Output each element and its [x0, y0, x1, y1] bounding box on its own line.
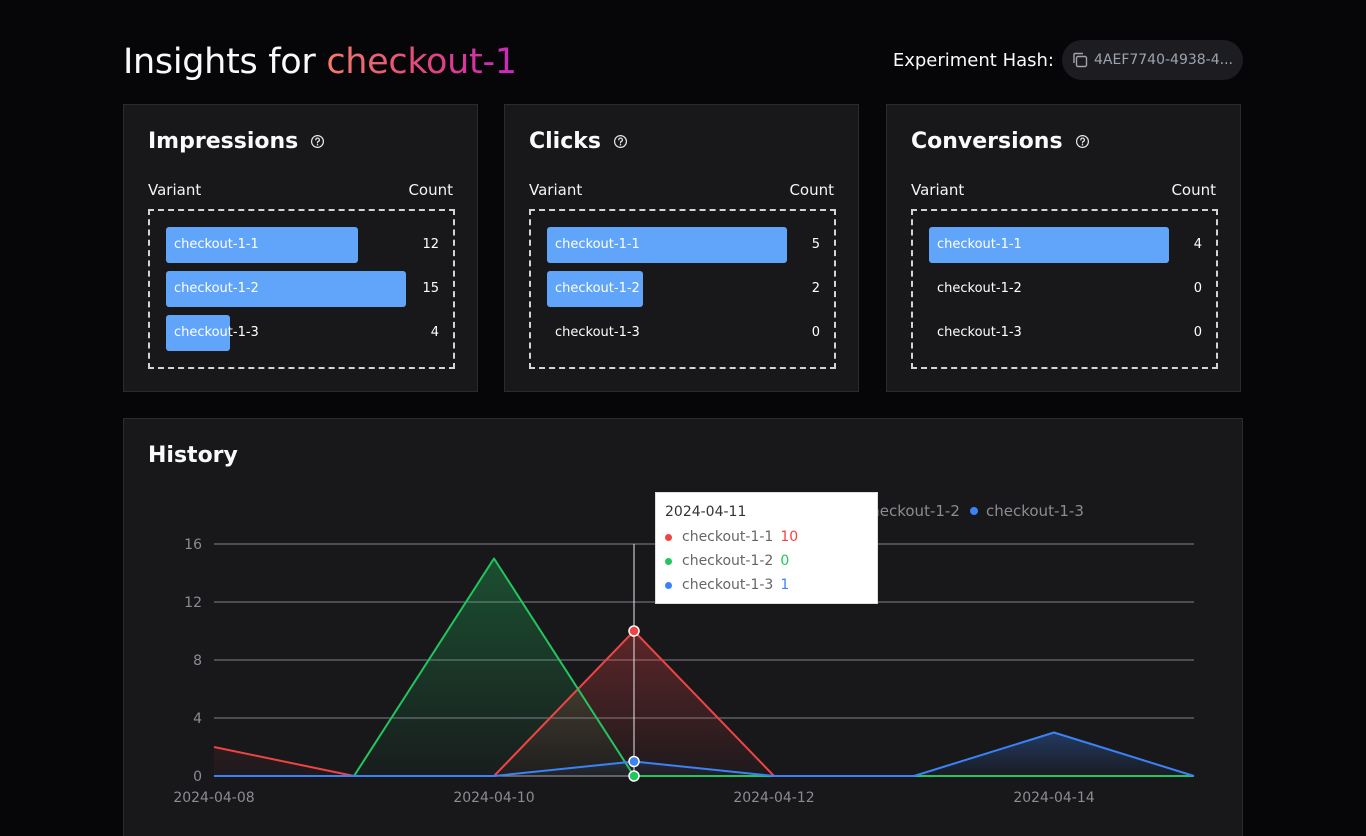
variant-row: checkout-1-3 4: [166, 315, 439, 351]
variant-label: checkout-1-3: [937, 325, 1022, 340]
variant-bars: checkout-1-1 12 checkout-1-2 15 checkout…: [148, 209, 455, 369]
variant-row: checkout-1-2 0: [929, 271, 1202, 307]
tooltip-series-value: 0: [780, 553, 790, 569]
experiment-name: checkout-1: [326, 42, 517, 82]
data-point-marker: [628, 625, 640, 637]
y-tick-label: 0: [193, 769, 202, 785]
insights-page: Insights for checkout-1 Experiment Hash:…: [0, 0, 1366, 836]
page-title: Insights for checkout-1: [123, 38, 517, 86]
history-chart[interactable]: 0 4 8 12 16 2024-04-08 2024-04-10 2024-04-12 202…: [124, 419, 1244, 836]
variant-label: checkout-1-1: [937, 237, 1022, 252]
y-tick-label: 4: [193, 711, 202, 727]
count-column-header: Count: [408, 181, 453, 199]
variant-count: 2: [811, 281, 820, 296]
chart-tooltip: 2024-04-11 checkout-1-1 10 checkout-1-2 …: [655, 492, 878, 604]
y-tick-label: 8: [193, 653, 202, 669]
series-dot: [665, 533, 672, 541]
conversions-card: Conversions Variant Count checkout-1-1 4…: [886, 104, 1241, 392]
count-column-header: Count: [789, 181, 834, 199]
hash-value: 4AEF7740-4938-4...: [1093, 52, 1233, 68]
clicks-card: Clicks Variant Count checkout-1-1 5 chec…: [504, 104, 859, 392]
tooltip-series-value: 10: [780, 529, 799, 545]
legend-marker: [970, 507, 978, 515]
variant-count: 5: [811, 237, 820, 252]
variant-count: 15: [422, 281, 439, 296]
tooltip-row: checkout-1-1 10: [665, 525, 868, 549]
series-dot: [665, 581, 672, 589]
variant-row: checkout-1-2 15: [166, 271, 439, 307]
variant-label: checkout-1-2: [555, 281, 640, 296]
title-prefix: Insights for: [123, 42, 327, 82]
series-dot: [665, 557, 672, 565]
tooltip-series-value: 1: [780, 577, 790, 593]
experiment-hash: Experiment Hash: 4AEF7740-4938-4...: [893, 40, 1243, 80]
variant-bars: checkout-1-1 4 checkout-1-2 0 checkout-1…: [911, 209, 1218, 369]
legend-label: checkout-1-3: [986, 502, 1084, 520]
card-title-text: Impressions: [148, 129, 299, 154]
variant-count: 4: [430, 325, 439, 340]
help-circle-icon[interactable]: [1075, 134, 1090, 149]
variant-column-header: Variant: [148, 181, 202, 199]
variant-column-header: Variant: [911, 181, 965, 199]
variant-row: checkout-1-3 0: [547, 315, 820, 351]
tooltip-row: checkout-1-2 0: [665, 549, 868, 573]
tooltip-row: checkout-1-3 1: [665, 573, 868, 597]
tooltip-series-name: checkout-1-3: [682, 577, 774, 593]
y-tick-label: 12: [184, 595, 202, 611]
x-tick-label: 2024-04-12: [733, 790, 814, 806]
variant-row: checkout-1-1 5: [547, 227, 820, 263]
help-circle-icon[interactable]: [310, 134, 325, 149]
variant-row: checkout-1-2 2: [547, 271, 820, 307]
help-circle-icon[interactable]: [613, 134, 628, 149]
hash-label: Experiment Hash:: [892, 49, 1054, 71]
x-tick-label: 2024-04-10: [453, 790, 534, 806]
variant-label: checkout-1-1: [174, 237, 259, 252]
card-title-text: Conversions: [911, 129, 1063, 154]
variant-bars: checkout-1-1 5 checkout-1-2 2 checkout-1…: [529, 209, 836, 369]
variant-label: checkout-1-2: [174, 281, 259, 296]
x-tick-label: 2024-04-14: [1013, 790, 1094, 806]
card-title: Clicks: [529, 129, 628, 154]
variant-label: checkout-1-1: [555, 237, 640, 252]
variant-row: checkout-1-1 4: [929, 227, 1202, 263]
card-title: Impressions: [148, 129, 325, 154]
y-tick-label: 16: [184, 537, 202, 553]
variant-count: 12: [422, 237, 439, 252]
page-header: Insights for checkout-1 Experiment Hash:…: [123, 38, 1243, 88]
variant-count: 0: [1193, 281, 1202, 296]
card-title-text: Clicks: [529, 129, 601, 154]
variant-label: checkout-1-2: [937, 281, 1022, 296]
card-title: Conversions: [911, 129, 1090, 154]
variant-row: checkout-1-1 12: [166, 227, 439, 263]
tooltip-series-name: checkout-1-2: [682, 553, 774, 569]
variant-row: checkout-1-3 0: [929, 315, 1202, 351]
variant-count: 4: [1193, 237, 1202, 252]
history-card: History 0 4 8 12 16 2024-04-08 2024-04-10 2024-…: [123, 418, 1243, 836]
copy-hash-button[interactable]: 4AEF7740-4938-4...: [1061, 40, 1243, 80]
variant-count: 0: [1193, 325, 1202, 340]
variant-count: 0: [811, 325, 820, 340]
tooltip-series-name: checkout-1-1: [682, 529, 774, 545]
impressions-card: Impressions Variant Count checkout-1-1 1…: [123, 104, 478, 392]
variant-label: checkout-1-3: [174, 325, 259, 340]
count-column-header: Count: [1171, 181, 1216, 199]
variant-label: checkout-1-3: [555, 325, 640, 340]
tooltip-date: 2024-04-11: [665, 504, 747, 520]
copy-icon: [1073, 52, 1088, 68]
x-tick-label: 2024-04-08: [173, 790, 254, 806]
variant-column-header: Variant: [529, 181, 583, 199]
data-point-marker: [628, 770, 640, 782]
data-point-marker: [628, 755, 640, 768]
